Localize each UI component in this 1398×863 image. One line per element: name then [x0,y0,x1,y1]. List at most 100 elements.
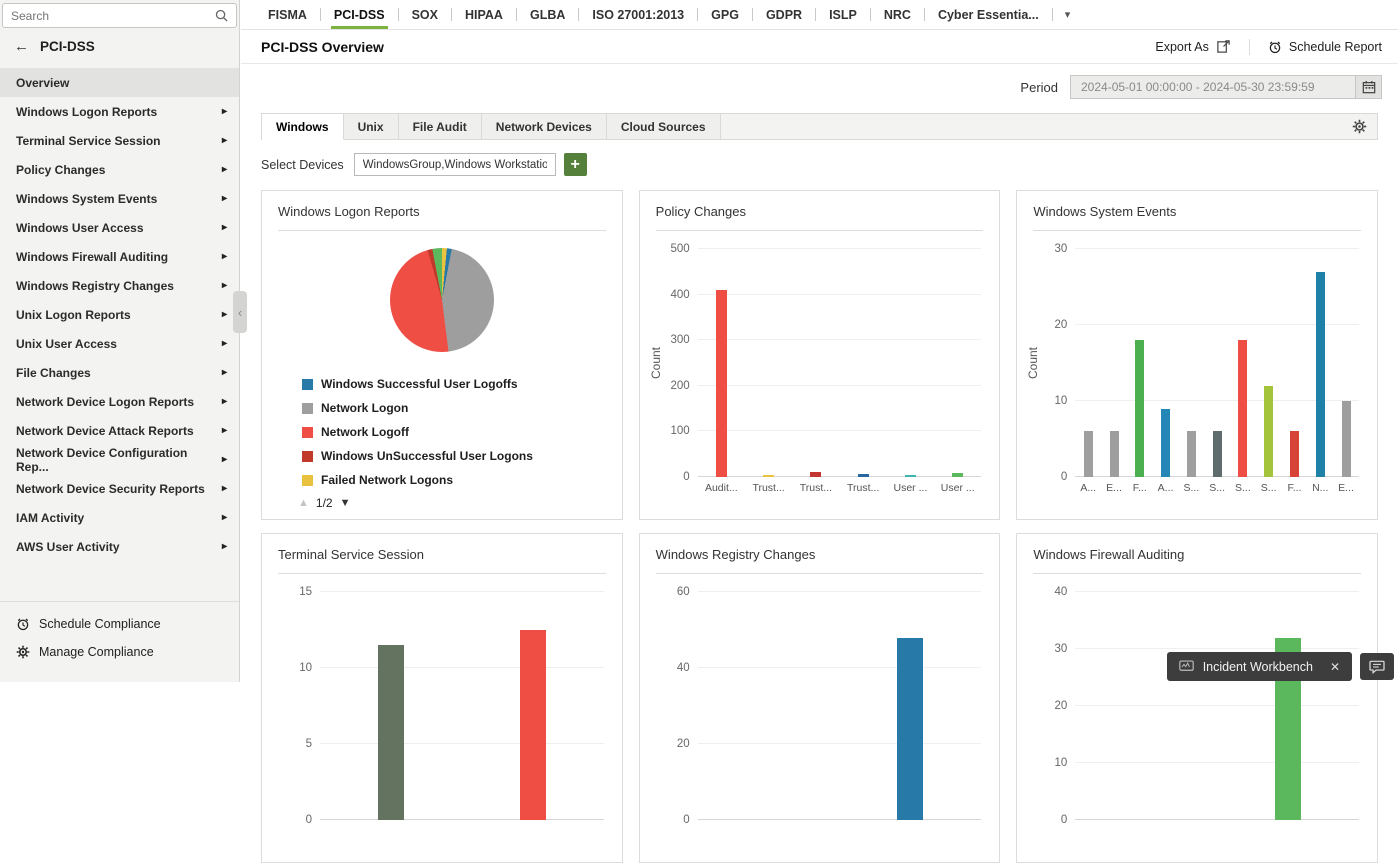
export-icon [1216,39,1231,54]
bar[interactable] [1135,340,1144,477]
sidebar-item-terminal-service-session[interactable]: Terminal Service Session▸ [0,126,239,155]
bar[interactable] [858,474,869,477]
y-tick-label: 20 [1055,319,1068,331]
pager-up-icon[interactable]: ▲ [298,497,309,509]
sidebar-collapse-handle[interactable]: ‹ [233,291,247,333]
legend-item[interactable]: Network Logoff [302,425,622,439]
sidebar-item-windows-registry-changes[interactable]: Windows Registry Changes▸ [0,271,239,300]
compliance-back-header[interactable]: ← PCI-DSS [0,28,239,64]
back-arrow-icon[interactable]: ← [14,39,29,54]
bar[interactable] [1161,409,1170,477]
pager-down-icon[interactable]: ▼ [340,497,351,509]
bar[interactable] [1342,401,1351,477]
sidebar-item-file-changes[interactable]: File Changes▸ [0,358,239,387]
source-tab-cloud-sources[interactable]: Cloud Sources [607,114,721,140]
bar[interactable] [810,472,821,477]
chart-body: 0100200300400500Audit...Trust...Trust...… [664,249,986,494]
bars-group [1075,249,1359,477]
tab-islp[interactable]: ISLP [816,0,870,29]
schedule-compliance-button[interactable]: Schedule Compliance [0,610,239,638]
bar[interactable] [897,638,923,820]
sidebar-item-windows-system-events[interactable]: Windows System Events▸ [0,184,239,213]
legend-item[interactable]: Windows UnSuccessful User Logons [302,449,622,463]
sidebar-item-windows-user-access[interactable]: Windows User Access▸ [0,213,239,242]
manage-compliance-button[interactable]: Manage Compliance [0,638,239,666]
tab-fisma[interactable]: FISMA [255,0,320,29]
y-tick-label: 10 [1055,395,1068,407]
incident-close-icon[interactable]: ✕ [1330,660,1340,674]
sidebar-item-iam-activity[interactable]: IAM Activity▸ [0,503,239,532]
sidebar-item-unix-user-access[interactable]: Unix User Access▸ [0,329,239,358]
bar[interactable] [1290,431,1299,477]
bar[interactable] [905,475,916,477]
bar[interactable] [1316,272,1325,477]
add-device-button[interactable]: + [564,153,587,176]
y-tick-label: 300 [670,334,689,346]
bar[interactable] [1264,386,1273,477]
dashboard-settings-gear-icon[interactable] [1352,119,1367,134]
schedule-report-button[interactable]: Schedule Report [1268,40,1382,54]
sidebar-item-label: Windows Firewall Auditing [16,250,168,264]
sidebar-item-windows-logon-reports[interactable]: Windows Logon Reports▸ [0,97,239,126]
source-tab-file-audit[interactable]: File Audit [399,114,482,140]
card-terminal-service-session: Terminal Service Session 051015 [261,533,623,863]
sidebar-item-network-device-configuration-rep[interactable]: Network Device Configuration Rep...▸ [0,445,239,474]
bar[interactable] [763,475,774,477]
period-range-input[interactable] [1070,75,1356,99]
sidebar-item-network-device-logon-reports[interactable]: Network Device Logon Reports▸ [0,387,239,416]
source-tab-network-devices[interactable]: Network Devices [482,114,607,140]
incident-workbench-bar[interactable]: Incident Workbench ✕ [1167,652,1352,681]
export-as-button[interactable]: Export As [1155,39,1231,54]
page-header: PCI-DSS Overview Export As Schedule Repo… [241,30,1398,64]
sidebar-item-overview[interactable]: Overview [0,68,239,97]
bar[interactable] [520,630,546,820]
legend-swatch [302,403,313,414]
legend-item[interactable]: Windows Successful User Logoffs [302,377,622,391]
chat-feedback-button[interactable] [1360,653,1394,680]
more-tabs-button[interactable]: ▾ [1053,0,1083,29]
bar[interactable] [1084,431,1093,477]
tab-gdpr[interactable]: GDPR [753,0,815,29]
sidebar-item-aws-user-activity[interactable]: AWS User Activity▸ [0,532,239,561]
sidebar-item-windows-firewall-auditing[interactable]: Windows Firewall Auditing ▸ [0,242,239,271]
tab-pci-dss[interactable]: PCI-DSS [321,0,398,29]
pie-chart[interactable] [390,248,494,352]
sidebar-item-policy-changes[interactable]: Policy Changes▸ [0,155,239,184]
bar[interactable] [716,290,727,477]
bar[interactable] [1187,431,1196,477]
calendar-button[interactable] [1356,75,1382,99]
legend-item[interactable]: Failed Network Logons [302,473,622,487]
x-axis-labels [1075,820,1359,825]
tab-hipaa[interactable]: HIPAA [452,0,516,29]
source-tab-unix[interactable]: Unix [344,114,399,140]
bar[interactable] [1110,431,1119,477]
submenu-arrow-icon: ▸ [222,251,227,262]
legend-item[interactable]: Network Logon [302,401,622,415]
tab-sox[interactable]: SOX [399,0,451,29]
bar[interactable] [952,473,963,477]
bar-slot [1333,249,1359,477]
x-axis-labels: Audit...Trust...Trust...Trust...User ...… [698,477,982,494]
sidebar-item-network-device-security-reports[interactable]: Network Device Security Reports▸ [0,474,239,503]
sidebar-item-label: Windows User Access [16,221,144,235]
tab-gpg[interactable]: GPG [698,0,752,29]
bar-slot [1101,249,1127,477]
sidebar-item-unix-logon-reports[interactable]: Unix Logon Reports▸ [0,300,239,329]
x-axis-labels: A...E...F...A...S...S...S...S...F...N...… [1075,477,1359,494]
bar[interactable] [1213,431,1222,477]
tab-nrc[interactable]: NRC [871,0,924,29]
tab-cyber-essentia[interactable]: Cyber Essentia... [925,0,1052,29]
sidebar-search[interactable] [2,3,237,28]
tab-glba[interactable]: GLBA [517,0,578,29]
bar-slot [934,249,981,477]
sidebar-item-network-device-attack-reports[interactable]: Network Device Attack Reports▸ [0,416,239,445]
source-tab-windows[interactable]: Windows [262,114,344,140]
bar[interactable] [1238,340,1247,477]
tab-iso-27001-2013[interactable]: ISO 27001:2013 [579,0,697,29]
device-select-input[interactable] [354,153,556,176]
card-windows-firewall-auditing: Windows Firewall Auditing 010203040 [1016,533,1378,863]
search-input[interactable] [11,9,215,23]
period-label: Period [1020,80,1058,95]
y-axis-label [270,592,286,820]
bar[interactable] [378,645,404,820]
